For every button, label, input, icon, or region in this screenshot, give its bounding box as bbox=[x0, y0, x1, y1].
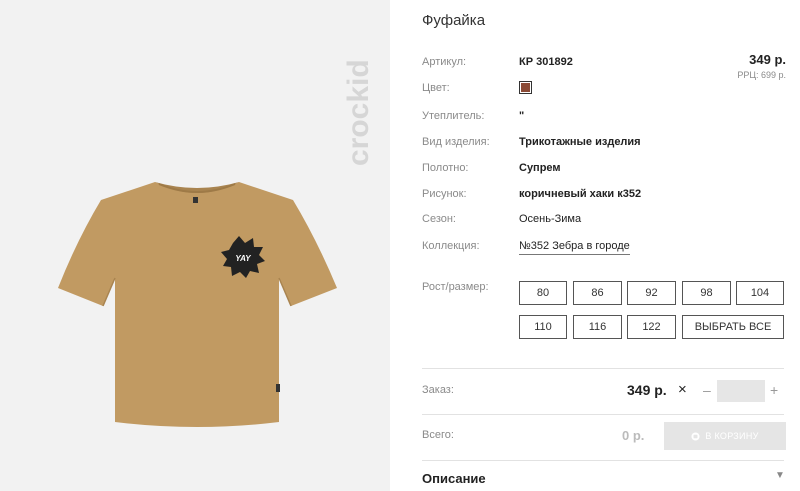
size-button-110[interactable]: 110 bbox=[519, 315, 567, 339]
detail-collection: Коллекция: №352 Зебра в городе bbox=[422, 240, 792, 260]
detail-value: Супрем bbox=[519, 162, 561, 174]
increase-quantity-button[interactable]: + bbox=[770, 382, 778, 398]
total-label: Всего: bbox=[422, 429, 454, 441]
tshirt-body bbox=[58, 182, 337, 427]
collar-tag bbox=[193, 197, 198, 203]
detail-season: Сезон: Осень-Зима bbox=[422, 213, 792, 233]
side-tag bbox=[276, 384, 280, 392]
detail-label: Полотно: bbox=[422, 162, 469, 174]
detail-value: КР 301892 bbox=[519, 56, 573, 68]
detail-fabric: Полотно: Супрем bbox=[422, 162, 792, 182]
product-title: Фуфайка bbox=[422, 12, 486, 29]
description-title[interactable]: Описание bbox=[422, 471, 486, 486]
detail-value: Трикотажные изделия bbox=[519, 136, 641, 148]
chevron-down-icon[interactable]: ▼ bbox=[775, 470, 785, 481]
color-swatch[interactable] bbox=[519, 81, 532, 94]
remove-icon[interactable]: × bbox=[678, 381, 687, 398]
add-to-cart-button[interactable]: В КОРЗИНУ bbox=[664, 422, 786, 450]
product-info: Фуфайка 349 р. РРЦ: 699 р. Артикул: КР 3… bbox=[422, 0, 800, 491]
size-button-92[interactable]: 92 bbox=[627, 281, 676, 305]
brand-logo-text: crockid bbox=[342, 59, 375, 166]
divider bbox=[422, 414, 784, 415]
detail-label: Утеплитель: bbox=[422, 110, 485, 122]
size-button-86[interactable]: 86 bbox=[573, 281, 622, 305]
detail-label: Сезон: bbox=[422, 213, 456, 225]
detail-label: Артикул: bbox=[422, 56, 467, 68]
size-button-98[interactable]: 98 bbox=[682, 281, 731, 305]
add-to-cart-label: В КОРЗИНУ bbox=[705, 431, 759, 441]
select-all-sizes-button[interactable]: ВЫБРАТЬ ВСЕ bbox=[682, 315, 784, 339]
size-button-122[interactable]: 122 bbox=[627, 315, 676, 339]
detail-product-type: Вид изделия: Трикотажные изделия bbox=[422, 136, 792, 156]
collection-link[interactable]: №352 Зебра в городе bbox=[519, 240, 630, 255]
divider bbox=[422, 368, 784, 369]
sizes-label: Рост/размер: bbox=[422, 281, 489, 293]
detail-label: Цвет: bbox=[422, 82, 450, 94]
size-button-80[interactable]: 80 bbox=[519, 281, 567, 305]
product-photo: crockid YAY bbox=[0, 0, 390, 491]
decrease-quantity-button[interactable]: – bbox=[703, 382, 711, 398]
size-button-104[interactable]: 104 bbox=[736, 281, 784, 305]
order-label: Заказ: bbox=[422, 384, 454, 396]
detail-insulation: Утеплитель: " bbox=[422, 110, 792, 130]
detail-label: Коллекция: bbox=[422, 240, 480, 252]
cart-icon bbox=[691, 431, 700, 441]
divider bbox=[422, 460, 784, 461]
detail-value: Осень-Зима bbox=[519, 213, 582, 225]
quantity-input[interactable] bbox=[717, 380, 765, 402]
yay-badge-text: YAY bbox=[235, 254, 251, 263]
detail-article: Артикул: КР 301892 bbox=[422, 56, 792, 76]
size-button-116[interactable]: 116 bbox=[573, 315, 622, 339]
order-price: 349 р. bbox=[627, 382, 667, 398]
detail-value: коричневый хаки к352 bbox=[519, 188, 642, 200]
detail-pattern: Рисунок: коричневый хаки к352 bbox=[422, 188, 792, 208]
detail-label: Рисунок: bbox=[422, 188, 467, 200]
detail-value: " bbox=[519, 110, 525, 122]
total-value: 0 р. bbox=[622, 428, 645, 443]
brand-logo: crockid bbox=[342, 59, 375, 166]
detail-color: Цвет: bbox=[422, 81, 792, 102]
tshirt-image: YAY bbox=[58, 182, 337, 427]
detail-label: Вид изделия: bbox=[422, 136, 490, 148]
